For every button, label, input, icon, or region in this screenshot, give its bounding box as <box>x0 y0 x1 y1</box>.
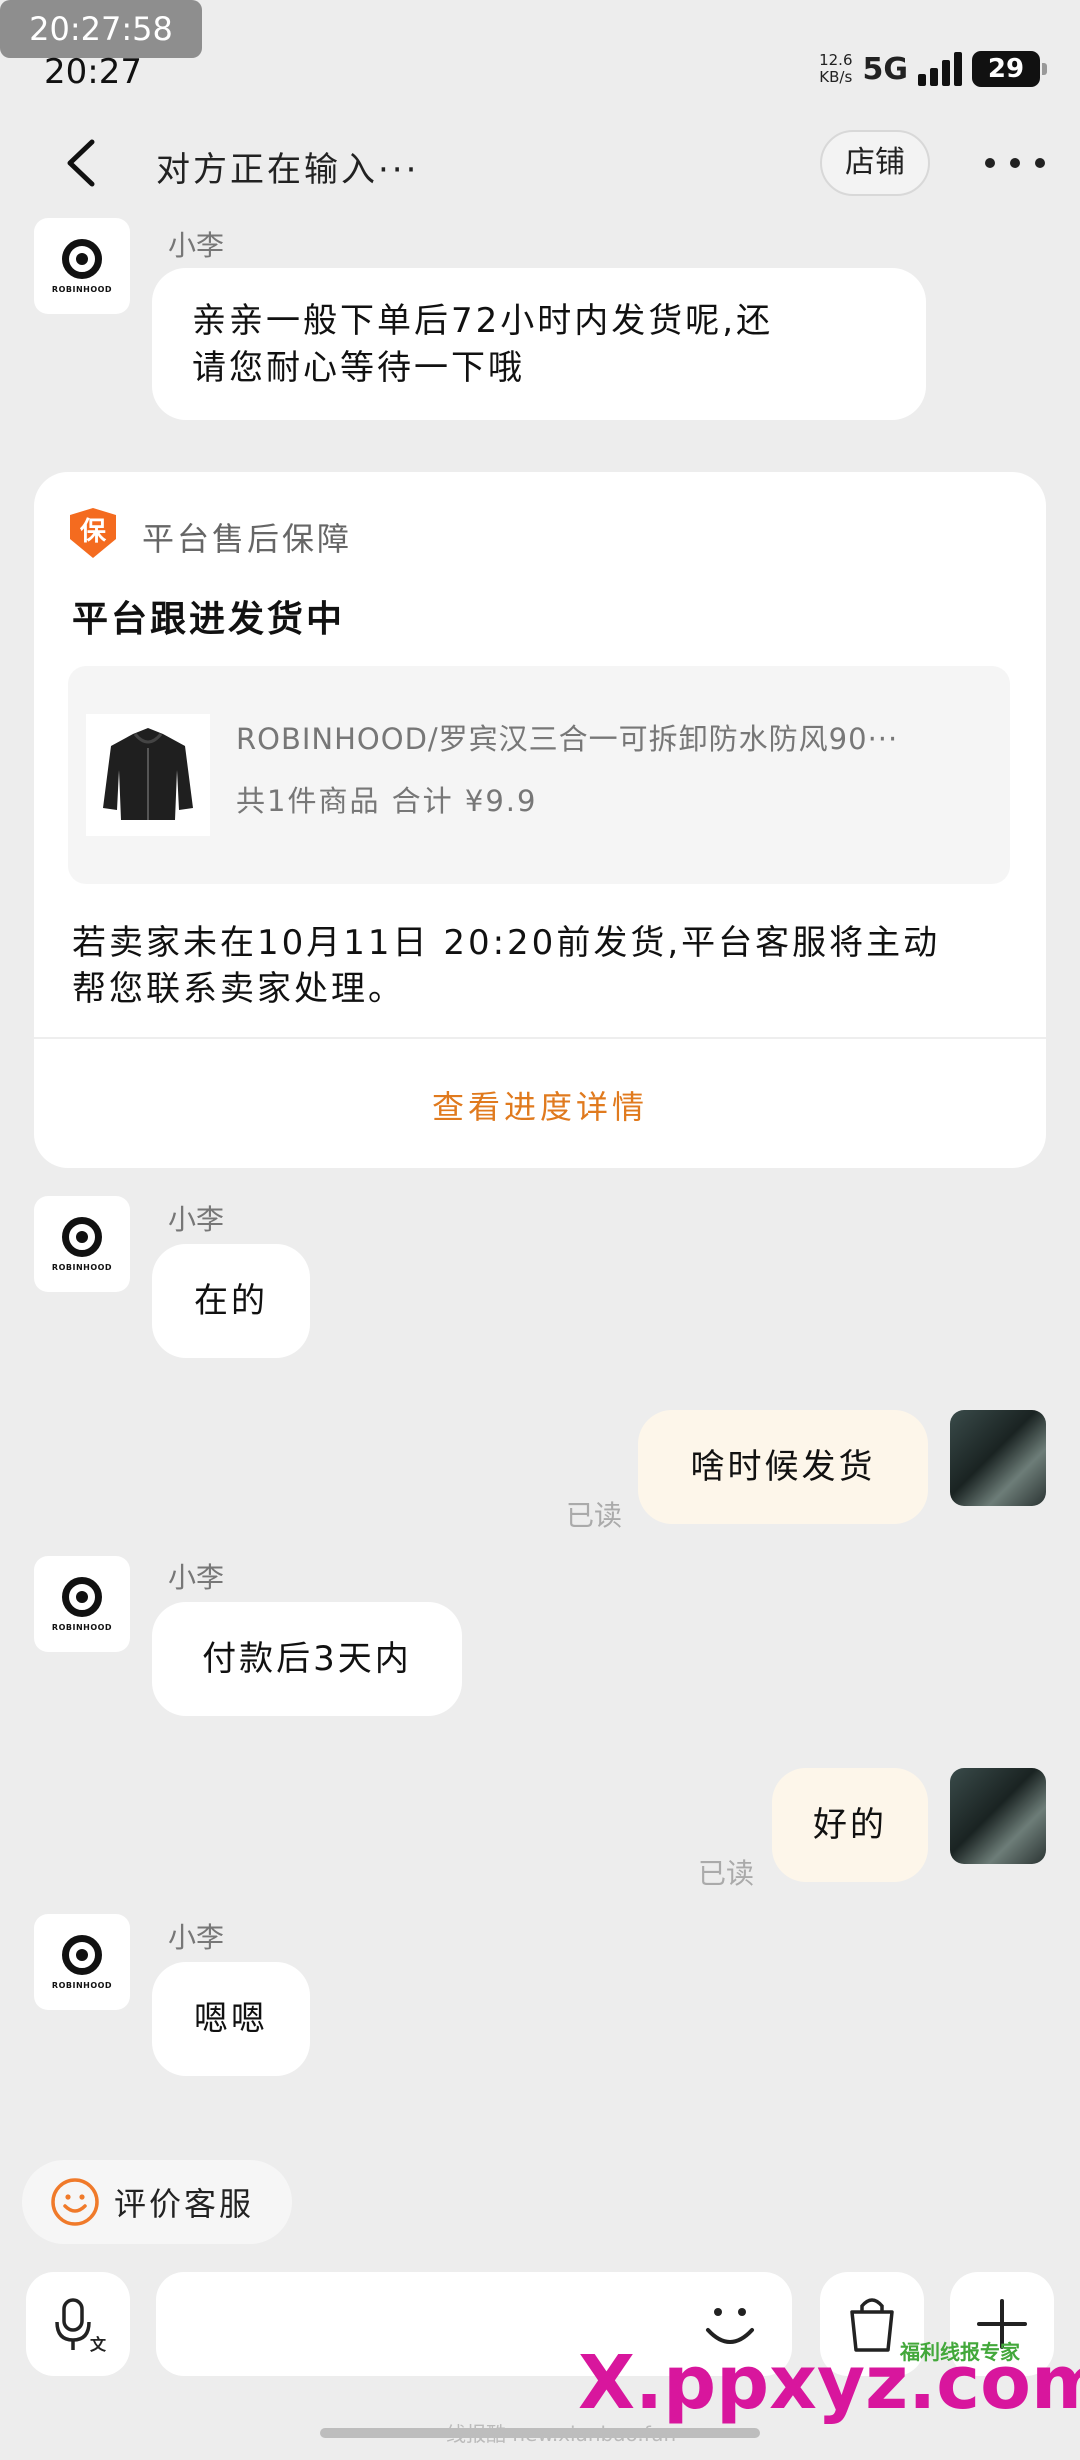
after-sale-guarantee-card: 保 平台售后保障 平台跟进发货中 ROBINHOOD/罗宾汉三合一可拆卸防水防风… <box>34 472 1046 1168</box>
smiley-icon <box>51 2178 99 2226</box>
read-status: 已读 <box>698 1857 755 1890</box>
screenshot-timestamp: 20:27:58 <box>0 0 202 58</box>
back-button[interactable] <box>55 133 105 193</box>
product-thumbnail <box>86 714 210 836</box>
shipping-notice: 若卖家未在10月11日 20:20前发货,平台客服将主动 帮您联系卖家处理。 <box>72 923 941 1009</box>
shop-button[interactable]: 店铺 <box>820 130 930 196</box>
view-progress-link[interactable]: 查看进度详情 <box>34 1082 1046 1128</box>
svg-text:文: 文 <box>90 2335 107 2354</box>
guarantee-shield-icon: 保 <box>70 508 116 558</box>
product-name: ROBINHOOD/罗宾汉三合一可拆卸防水防风90··· <box>236 722 899 756</box>
jacket-icon <box>103 728 193 820</box>
home-indicator[interactable] <box>320 2428 760 2438</box>
status-indicators: 12.6 KB/s 5G 29 <box>819 44 1047 94</box>
voice-input-button[interactable]: 文 <box>26 2272 130 2376</box>
product-meta: 共1件商品 合计 ¥9.9 <box>236 784 538 818</box>
sender-name: 小李 <box>168 1203 225 1236</box>
card-title: 平台跟进发货中 <box>72 599 346 640</box>
message-bubble[interactable]: 亲亲一般下单后72小时内发货呢,还 请您耐心等待一下哦 <box>152 268 926 420</box>
guarantee-label: 平台售后保障 <box>142 520 353 558</box>
signal-icon <box>918 52 962 86</box>
divider <box>34 1037 1046 1039</box>
my-message-bubble[interactable]: 好的 <box>772 1768 928 1882</box>
shop-logo-icon <box>62 1216 102 1257</box>
shop-logo-icon <box>62 238 102 279</box>
user-avatar[interactable] <box>950 1410 1046 1506</box>
dot-icon <box>1010 158 1020 168</box>
shop-avatar[interactable]: ROBINHOOD <box>34 1196 130 1292</box>
watermark-tagline: 福利线报专家 <box>900 2340 1020 2364</box>
network-type: 5G <box>862 51 909 87</box>
shop-avatar[interactable]: ROBINHOOD <box>34 1556 130 1652</box>
message-bubble[interactable]: 付款后3天内 <box>152 1602 462 1716</box>
battery-icon: 29 <box>972 51 1047 87</box>
product-summary[interactable]: ROBINHOOD/罗宾汉三合一可拆卸防水防风90··· 共1件商品 合计 ¥9… <box>68 666 1010 884</box>
sender-name: 小李 <box>168 229 225 262</box>
sender-name: 小李 <box>168 1561 225 1594</box>
read-status: 已读 <box>566 1499 623 1532</box>
rate-service-button[interactable]: 评价客服 <box>22 2160 292 2244</box>
my-message-bubble[interactable]: 啥时候发货 <box>638 1410 928 1524</box>
shop-avatar[interactable]: ROBINHOOD <box>34 218 130 314</box>
message-bubble[interactable]: 嗯嗯 <box>152 1962 310 2076</box>
microphone-icon: 文 <box>55 2298 107 2354</box>
dot-icon <box>1035 158 1045 168</box>
message-bubble[interactable]: 在的 <box>152 1244 310 1358</box>
sender-name: 小李 <box>168 1921 225 1954</box>
status-time: 20:27 <box>44 52 142 92</box>
chevron-left-icon <box>67 139 95 187</box>
chat-title: 对方正在输入··· <box>156 150 420 190</box>
user-avatar[interactable] <box>950 1768 1046 1864</box>
shop-avatar[interactable]: ROBINHOOD <box>34 1914 130 2010</box>
more-options-button[interactable] <box>985 148 1045 178</box>
rate-service-label: 评价客服 <box>114 2185 255 2223</box>
network-speed: 12.6 KB/s <box>819 51 853 86</box>
shop-logo-icon <box>62 1576 102 1617</box>
dot-icon <box>985 158 995 168</box>
shop-logo-icon <box>62 1934 102 1975</box>
